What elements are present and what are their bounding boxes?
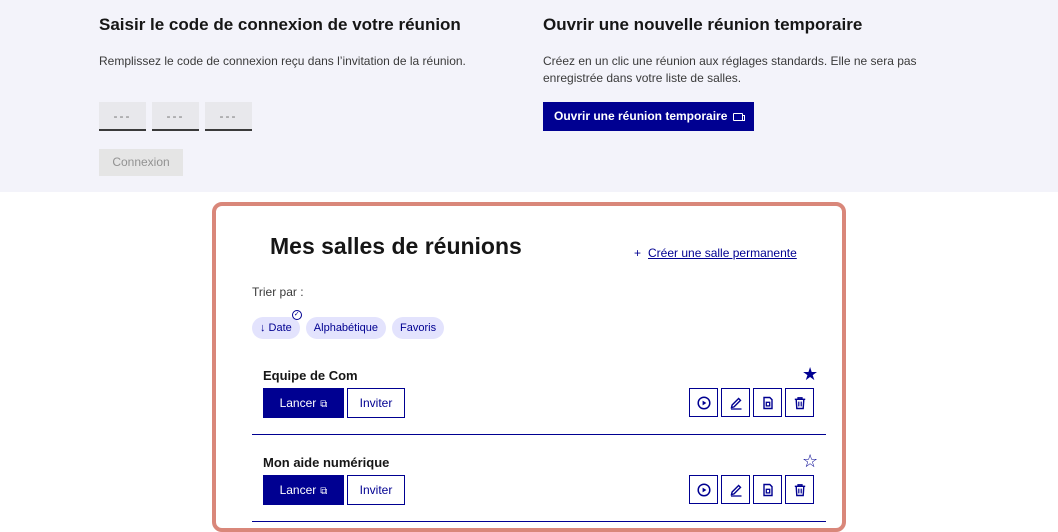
- sort-label: Trier par :: [252, 285, 304, 299]
- room-divider: [252, 434, 826, 435]
- join-description: Remplissez le code de connexion reçu dan…: [99, 54, 466, 68]
- temp-title: Ouvrir une nouvelle réunion temporaire: [543, 15, 863, 34]
- document-icon[interactable]: [753, 475, 782, 504]
- invite-button[interactable]: Inviter: [347, 388, 405, 418]
- open-temp-meeting-label: Ouvrir une réunion temporaire: [554, 109, 728, 123]
- play-circle-icon[interactable]: [689, 475, 718, 504]
- document-icon[interactable]: [753, 388, 782, 417]
- check-circle-icon: ✓: [291, 310, 302, 320]
- trash-icon[interactable]: [785, 388, 814, 417]
- sort-chip-date[interactable]: ↓ Date ✓: [252, 310, 302, 339]
- star-filled-icon[interactable]: ★: [802, 365, 818, 383]
- video-icon: [733, 112, 746, 121]
- sort-chip-alpha[interactable]: Alphabétique: [305, 317, 387, 339]
- connexion-button[interactable]: Connexion: [99, 149, 183, 176]
- sort-chip-favorites[interactable]: Favoris: [392, 317, 445, 339]
- sort-chips: ↓ Date ✓ Alphabétique Favoris: [252, 310, 445, 339]
- code-input-1[interactable]: [99, 102, 146, 131]
- room-actions: [689, 475, 814, 504]
- launch-label: Lancer: [279, 396, 317, 410]
- code-input-3[interactable]: [205, 102, 252, 131]
- invite-button[interactable]: Inviter: [347, 475, 405, 505]
- trash-icon[interactable]: [785, 475, 814, 504]
- temp-description: Créez en un clic une réunion aux réglage…: [543, 54, 917, 85]
- join-section: Saisir le code de connexion de votre réu…: [0, 0, 1058, 192]
- room-divider: [252, 521, 826, 522]
- external-link-icon: ⧉: [320, 399, 328, 410]
- create-room-link[interactable]: + Créer une salle permanente: [634, 246, 797, 260]
- pencil-icon[interactable]: [721, 475, 750, 504]
- code-input-2[interactable]: [152, 102, 199, 131]
- pencil-icon[interactable]: [721, 388, 750, 417]
- play-circle-icon[interactable]: [689, 388, 718, 417]
- join-column: Saisir le code de connexion de votre réu…: [99, 14, 519, 70]
- room-actions: [689, 388, 814, 417]
- plus-icon: +: [634, 246, 642, 260]
- rooms-card-inner: Mes salles de réunions + Créer une salle …: [216, 206, 842, 528]
- external-link-icon: ⧉: [320, 486, 328, 497]
- star-outline-icon[interactable]: ☆: [802, 452, 818, 470]
- launch-button[interactable]: Lancer ⧉: [263, 475, 344, 505]
- rooms-title: Mes salles de réunions: [270, 233, 522, 259]
- launch-label: Lancer: [279, 483, 317, 497]
- join-title: Saisir le code de connexion de votre réu…: [99, 15, 461, 34]
- create-room-label: Créer une salle permanente: [648, 246, 797, 260]
- launch-button[interactable]: Lancer ⧉: [263, 388, 344, 418]
- code-inputs: [99, 102, 252, 131]
- open-temp-meeting-button[interactable]: Ouvrir une réunion temporaire: [543, 102, 755, 131]
- sort-chip-date-label: ↓ Date: [260, 322, 292, 334]
- rooms-card: Mes salles de réunions + Créer une salle …: [212, 202, 846, 532]
- temp-column: Ouvrir une nouvelle réunion temporaire C…: [543, 14, 963, 87]
- room-name: Equipe de Com: [263, 368, 358, 383]
- room-name: Mon aide numérique: [263, 455, 390, 470]
